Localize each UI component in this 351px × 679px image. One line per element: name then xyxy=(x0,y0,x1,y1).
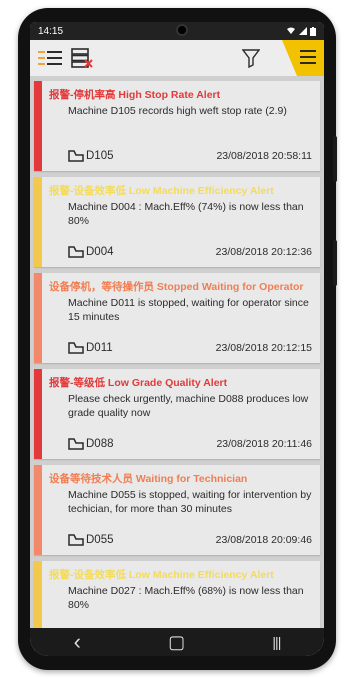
machine-id: D105 xyxy=(86,150,114,162)
front-camera xyxy=(176,24,188,36)
recents-icon[interactable]: ||| xyxy=(272,634,281,650)
alert-severity-bar xyxy=(34,177,42,267)
menu-icon[interactable] xyxy=(300,50,316,64)
toolbar xyxy=(30,40,324,77)
alert-severity-bar xyxy=(34,369,42,459)
nav-bar: ‹ ▢ ||| xyxy=(30,628,324,656)
wifi-icon xyxy=(287,27,295,34)
alert-message: Machine D027 : Mach.Eff% (68%) is now le… xyxy=(68,585,304,611)
signal-icon xyxy=(299,27,307,35)
volume-button xyxy=(333,240,337,286)
alert-title: 设备停机，等待操作员 Stopped Waiting for Operator xyxy=(49,281,304,293)
alert-title: 报警-停机率高 High Stop Rate Alert xyxy=(49,89,221,101)
alert-timestamp: 23/08/2018 20:09:46 xyxy=(215,534,312,546)
alert-message: Machine D105 records high weft stop rate… xyxy=(68,105,287,117)
alert-list: 报警-停机率高 High Stop Rate Alert Machine D10… xyxy=(30,77,324,651)
alert-machine: D105 xyxy=(68,150,114,162)
back-icon[interactable]: ‹ xyxy=(74,629,81,655)
alert-title: 设备等待技术人员 Waiting for Technician xyxy=(49,473,248,485)
alert-card[interactable]: 报警-停机率高 High Stop Rate Alert Machine D10… xyxy=(34,81,320,171)
alert-message: Machine D004 : Mach.Eff% (74%) is now le… xyxy=(68,201,304,227)
alert-timestamp: 23/08/2018 20:12:36 xyxy=(215,246,312,258)
alert-message: Machine D055 is stopped, waiting for int… xyxy=(68,489,312,515)
alert-machine: D055 xyxy=(68,534,114,546)
alert-card[interactable]: 设备等待技术人员 Waiting for Technician Machine … xyxy=(34,465,320,555)
battery-icon xyxy=(310,26,316,36)
alert-title: 报警-设备效率低 Low Machine Efficiency Alert xyxy=(49,185,274,197)
machine-icon xyxy=(68,246,84,258)
alert-timestamp: 23/08/2018 20:11:46 xyxy=(216,438,312,450)
machine-icon xyxy=(68,438,84,450)
list-icon[interactable] xyxy=(38,48,62,68)
alert-machine: D004 xyxy=(68,246,114,258)
machine-icon xyxy=(68,342,84,354)
alert-card[interactable]: 设备停机，等待操作员 Stopped Waiting for Operator … xyxy=(34,273,320,363)
alert-title: 报警-设备效率低 Low Machine Efficiency Alert xyxy=(49,569,274,581)
alert-machine: D088 xyxy=(68,438,114,450)
alert-message: Machine D011 is stopped, waiting for ope… xyxy=(68,297,309,323)
alert-severity-bar xyxy=(34,81,42,171)
machine-icon xyxy=(68,150,84,162)
app-screen: 14:15 报警-停机率高 High Stop Rate Alert Machi… xyxy=(30,22,324,656)
alert-card[interactable]: 报警-等级低 Low Grade Quality Alert Please ch… xyxy=(34,369,320,459)
alert-message: Please check urgently, machine D088 prod… xyxy=(68,393,309,419)
alert-timestamp: 23/08/2018 20:12:15 xyxy=(215,342,312,354)
server-alert-icon[interactable] xyxy=(70,48,94,68)
alert-card[interactable]: 报警-设备效率低 Low Machine Efficiency Alert Ma… xyxy=(34,177,320,267)
status-icons xyxy=(286,26,316,36)
machine-id: D011 xyxy=(86,342,113,354)
machine-icon xyxy=(68,534,84,546)
power-button xyxy=(333,136,337,182)
alert-severity-bar xyxy=(34,465,42,555)
machine-id: D088 xyxy=(86,438,114,450)
alert-machine: D011 xyxy=(68,342,113,354)
status-time: 14:15 xyxy=(38,25,64,37)
alert-timestamp: 23/08/2018 20:58:11 xyxy=(216,150,312,162)
machine-id: D004 xyxy=(86,246,114,258)
alert-severity-bar xyxy=(34,273,42,363)
filter-icon[interactable] xyxy=(242,48,260,68)
machine-id: D055 xyxy=(86,534,114,546)
home-icon[interactable]: ▢ xyxy=(168,632,185,653)
alert-title: 报警-等级低 Low Grade Quality Alert xyxy=(49,377,228,389)
